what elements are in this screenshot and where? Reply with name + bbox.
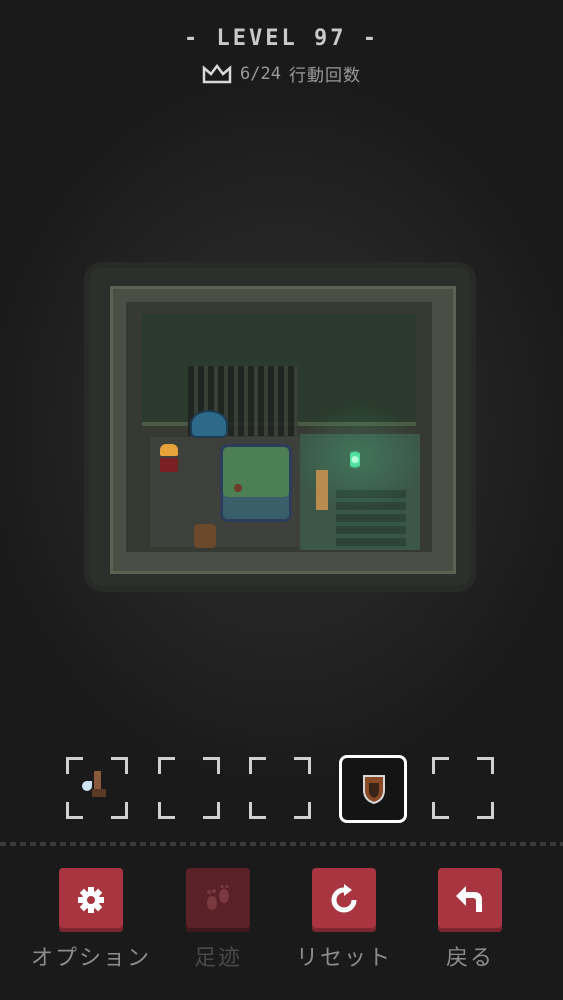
footprints-label: 足迹 [193,946,242,971]
options-control[interactable]: オプション [31,868,151,972]
reset-label: リセット [295,946,392,971]
inventory-slot-4[interactable] [339,755,407,823]
back-control[interactable]: 戻る [410,868,530,972]
reset-button[interactable] [312,868,376,932]
block-keyhole [234,484,242,492]
options-label: オプション [31,946,152,971]
moves-counter: 6/24 行動回数 [0,61,563,86]
gear-icon [78,887,104,913]
inventory-slot-2[interactable] [158,757,220,819]
moves-label: 行動回数 [288,66,361,86]
moves-count: 6/24 [240,63,281,84]
hero-body [160,458,178,472]
inventory-slot-5[interactable] [432,757,494,819]
inventory-slot-1[interactable] [66,757,128,819]
inventory-slot-3[interactable] [249,757,311,819]
barrel [194,524,216,548]
back-button[interactable] [438,868,502,932]
wooden-post [316,470,328,510]
inventory-bar [0,755,563,825]
winged-boots-icon [82,771,106,801]
crown-icon [202,63,232,83]
reset-control[interactable]: リセット [284,868,404,972]
divider [0,842,563,846]
back-label: 戻る [445,946,494,971]
undo-arrow-icon [456,886,482,912]
slime-enemy [190,410,228,438]
options-button[interactable] [59,868,123,932]
footprints-icon [207,885,229,910]
hero-character[interactable] [158,444,180,474]
hero-hair [160,444,178,456]
reset-icon [331,884,357,913]
level-title: - LEVEL 97 - [184,26,379,51]
dungeon-map[interactable] [84,262,476,592]
footprints-button[interactable] [186,868,250,932]
footprints-control[interactable]: 足迹 [158,868,278,972]
shield-icon [363,775,385,804]
mossy-push-block[interactable] [220,444,292,522]
torch-icon [350,450,360,474]
level-header: - LEVEL 97 - 6/24 行動回数 [0,26,563,86]
